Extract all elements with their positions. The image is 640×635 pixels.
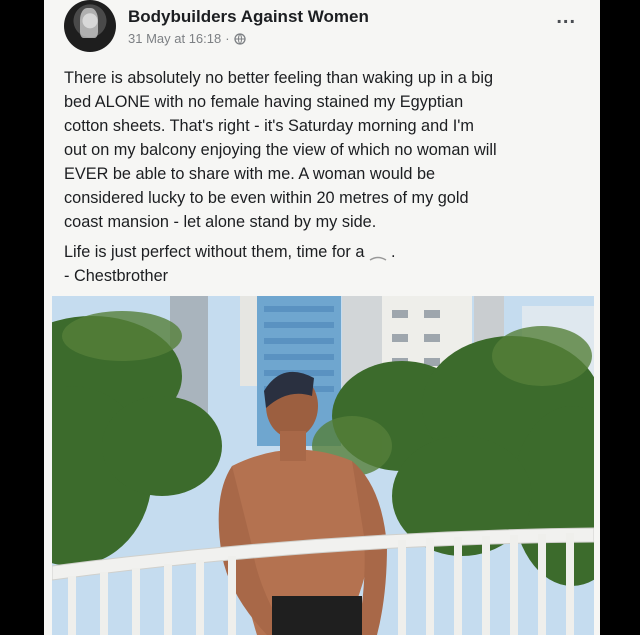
text-line: considered lucky to be even within 20 me… — [64, 189, 469, 207]
text-line: coast mansion - let alone stand by my si… — [64, 213, 377, 231]
facebook-post: Bodybuilders Against Women 31 May at 16:… — [44, 0, 600, 635]
text-line: bed ALONE with no female having stained … — [64, 93, 464, 111]
post-photo[interactable] — [52, 296, 594, 635]
globe-icon — [233, 32, 246, 45]
page-avatar[interactable] — [64, 0, 116, 52]
text-line: There is absolutely no better feeling th… — [64, 69, 494, 87]
closing-punct: . — [390, 243, 396, 261]
post-paragraph: There is absolutely no better feeling th… — [64, 66, 584, 234]
closing-text: Life is just perfect without them, time … — [64, 243, 365, 261]
meta-separator: · — [225, 31, 230, 46]
emoji-icon — [369, 248, 391, 261]
text-line: EVER be able to share with me. A woman w… — [64, 165, 436, 183]
page-name-link[interactable]: Bodybuilders Against Women — [128, 7, 369, 27]
post-body: There is absolutely no better feeling th… — [64, 66, 584, 294]
signature: - Chestbrother — [64, 267, 169, 285]
post-meta: 31 May at 16:18 · — [128, 31, 246, 46]
post-closing: Life is just perfect without them, time … — [64, 240, 584, 288]
photo-illustration — [52, 296, 594, 635]
more-options-icon[interactable]: ... — [556, 6, 576, 29]
text-line: cotton sheets. That's right - it's Satur… — [64, 117, 474, 135]
text-line: out on my balcony enjoying the view of w… — [64, 141, 497, 159]
post-timestamp[interactable]: 31 May at 16:18 — [128, 31, 221, 46]
